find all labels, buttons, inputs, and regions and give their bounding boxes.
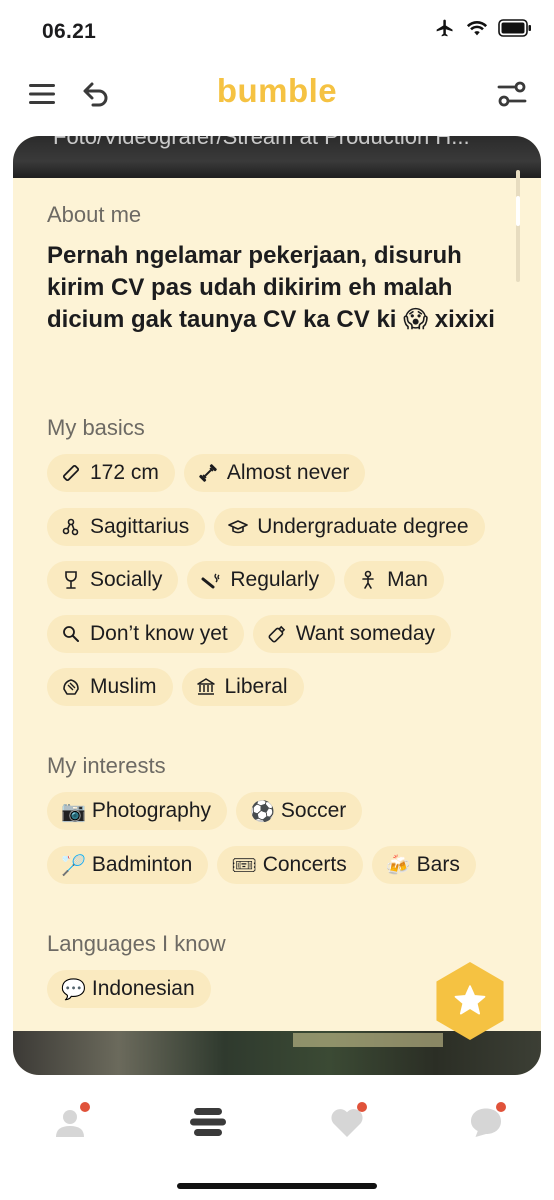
basic-chip-zodiac: Sagittarius bbox=[47, 508, 206, 546]
badminton-icon: 🏸 bbox=[61, 854, 86, 877]
zodiac-icon bbox=[61, 517, 81, 537]
praying-hands-icon bbox=[61, 677, 81, 697]
basic-chip-religion: Muslim bbox=[47, 668, 173, 706]
my-interests-label: My interests bbox=[47, 753, 166, 778]
home-indicator[interactable] bbox=[177, 1183, 377, 1189]
wifi-icon bbox=[466, 19, 488, 42]
ruler-icon bbox=[61, 463, 81, 483]
tab-liked-you[interactable] bbox=[325, 1100, 369, 1144]
status-bar: 06.21 bbox=[0, 0, 554, 60]
smoking-icon bbox=[201, 570, 221, 590]
photo-caption: Foto/Videografer/Stream at Production H.… bbox=[53, 136, 470, 149]
basics-row-2: Sagittarius Undergraduate degree bbox=[47, 508, 485, 546]
liked-you-notification-badge bbox=[357, 1102, 367, 1112]
profile-photo-bottom bbox=[13, 1031, 541, 1075]
basics-row-1: 172 cm Almost never bbox=[47, 454, 366, 492]
battery-icon bbox=[498, 19, 532, 42]
basic-chip-politics: Liberal bbox=[181, 668, 304, 706]
tab-profile[interactable] bbox=[48, 1100, 92, 1144]
photo-sign bbox=[293, 1033, 443, 1047]
speech-bubble-icon: 💬 bbox=[61, 978, 86, 1001]
app-header: bumble bbox=[0, 62, 554, 128]
wine-glass-icon bbox=[61, 570, 81, 590]
tab-bar bbox=[0, 1086, 554, 1156]
status-icons bbox=[434, 18, 532, 43]
graduation-cap-icon bbox=[228, 517, 249, 537]
government-building-icon bbox=[196, 677, 216, 697]
basic-chip-exercise: Almost never bbox=[183, 454, 366, 492]
about-me-label: About me bbox=[47, 202, 142, 227]
basic-chip-drinking: Socially bbox=[47, 561, 179, 599]
status-time: 06.21 bbox=[42, 20, 97, 43]
dumbbell-icon bbox=[198, 463, 218, 483]
basic-chip-smoking: Regularly bbox=[187, 561, 336, 599]
interest-chip-bars: 🍻 Bars bbox=[371, 846, 476, 884]
basic-chip-kids: Want someday bbox=[252, 615, 452, 653]
language-chip-indonesian: 💬 Indonesian bbox=[47, 970, 211, 1008]
interest-chip-photography: 📷 Photography bbox=[47, 792, 227, 830]
basics-row-5: Muslim Liberal bbox=[47, 668, 304, 706]
about-me-text: Pernah ngelamar pekerjaan, disuruh kirim… bbox=[47, 242, 495, 333]
soccer-ball-icon: ⚽ bbox=[250, 800, 275, 823]
beer-mugs-icon: 🍻 bbox=[385, 854, 411, 877]
scrollbar[interactable] bbox=[516, 170, 520, 282]
languages-row: 💬 Indonesian bbox=[47, 970, 211, 1008]
scrollbar-thumb[interactable] bbox=[516, 196, 520, 226]
basic-chip-height: 172 cm bbox=[47, 454, 175, 492]
basic-chip-education: Undergraduate degree bbox=[214, 508, 485, 546]
interest-chip-concerts: 🎟 Concerts bbox=[217, 846, 363, 884]
filters-button[interactable] bbox=[492, 74, 532, 114]
discover-stack-icon bbox=[190, 1108, 226, 1136]
star-icon bbox=[454, 985, 486, 1015]
tab-discover[interactable] bbox=[186, 1100, 230, 1144]
interests-row-2: 🏸 Badminton 🎟 Concerts 🍻 Bars bbox=[47, 846, 476, 884]
interest-chip-badminton: 🏸 Badminton bbox=[47, 846, 209, 884]
interest-chip-soccer: ⚽ Soccer bbox=[236, 792, 363, 830]
languages-label: Languages I know bbox=[47, 931, 226, 956]
bottle-icon bbox=[267, 624, 287, 644]
chats-notification-badge bbox=[496, 1102, 506, 1112]
search-icon bbox=[61, 624, 81, 644]
basic-chip-looking-for: Don’t know yet bbox=[47, 615, 244, 653]
tab-chats[interactable] bbox=[464, 1100, 508, 1144]
ticket-icon: 🎟 bbox=[231, 854, 257, 877]
basics-row-4: Don’t know yet Want someday bbox=[47, 615, 452, 653]
basics-row-3: Socially Regularly Man bbox=[47, 561, 444, 599]
my-basics-label: My basics bbox=[47, 415, 145, 440]
airplane-mode-icon bbox=[434, 18, 456, 43]
profile-notification-badge bbox=[80, 1102, 90, 1112]
person-icon bbox=[358, 570, 378, 590]
camera-icon: 📷 bbox=[61, 800, 86, 823]
interests-row-1: 📷 Photography ⚽ Soccer bbox=[47, 792, 363, 830]
brand-logo: bumble bbox=[216, 72, 338, 109]
filter-sliders-icon bbox=[497, 81, 527, 107]
basic-chip-gender: Man bbox=[344, 561, 444, 599]
profile-photo-top: Foto/Videografer/Stream at Production H.… bbox=[13, 136, 541, 178]
